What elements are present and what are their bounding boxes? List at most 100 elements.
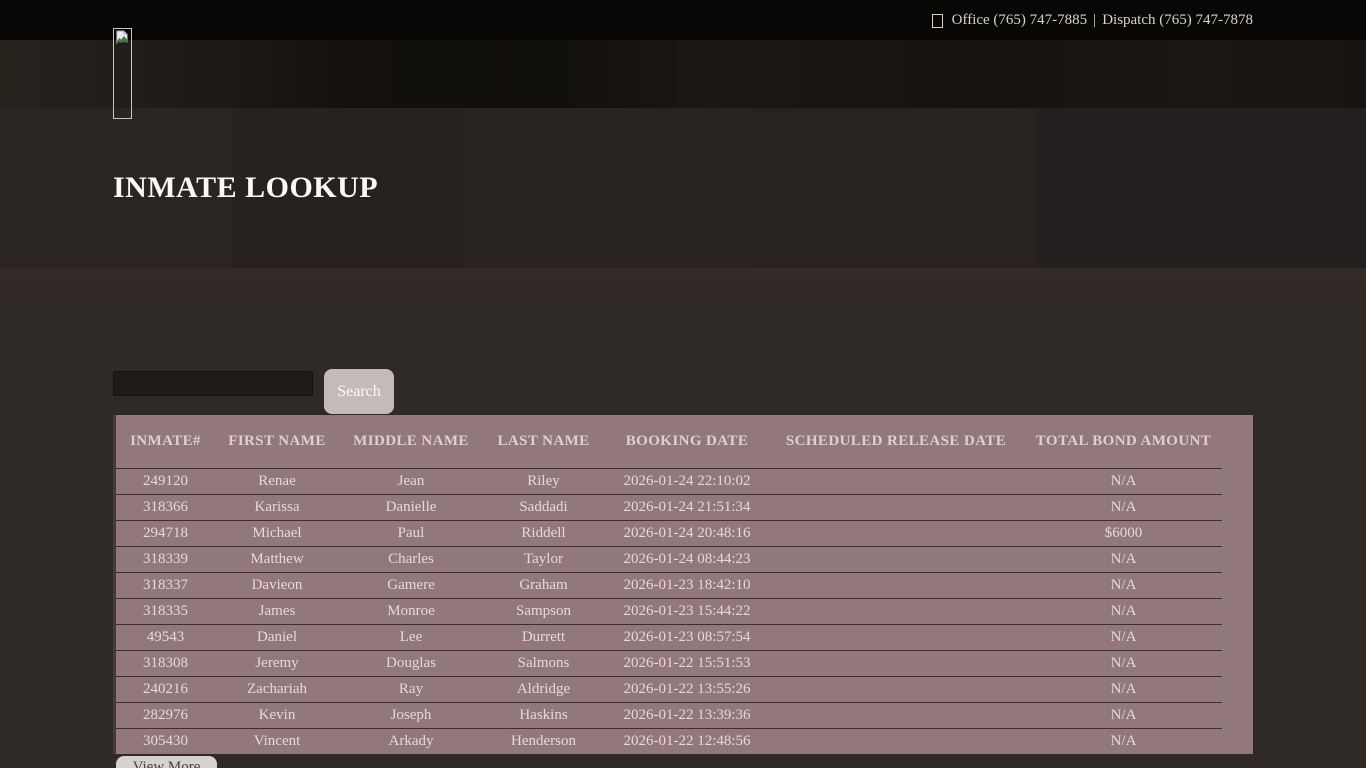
booking-cell: 2026-01-24 21:51:34 [604, 499, 770, 516]
booking-cell: 2026-01-23 18:42:10 [604, 577, 770, 594]
bond-cell: N/A [1022, 603, 1225, 620]
last-cell: Aldridge [483, 681, 604, 698]
booking-cell: 2026-01-22 12:48:56 [604, 733, 770, 750]
last-cell: Riddell [483, 525, 604, 542]
first-cell: Zachariah [215, 681, 339, 698]
inmate-cell: 318339 [116, 551, 215, 568]
booking-cell: 2026-01-24 22:10:02 [604, 473, 770, 490]
last-cell: Salmons [483, 655, 604, 672]
bond-cell: $6000 [1022, 525, 1225, 542]
table-row[interactable]: 318308JeremyDouglasSalmons2026-01-22 15:… [116, 650, 1222, 676]
table-row[interactable]: 318366KarissaDanielleSaddadi2026-01-24 2… [116, 494, 1222, 520]
last-cell: Henderson [483, 733, 604, 750]
search-input[interactable] [113, 371, 313, 396]
last-cell: Sampson [483, 603, 604, 620]
topbar: Office (765) 747-7885 | Dispatch (765) 7… [0, 0, 1366, 40]
booking-cell: 2026-01-22 13:55:26 [604, 681, 770, 698]
bond-cell: N/A [1022, 577, 1225, 594]
header-cell-inmate: INMATE# [116, 433, 215, 450]
inmate-cell: 305430 [116, 733, 215, 750]
view-more-button[interactable]: View More [116, 756, 217, 768]
table-row[interactable]: 318339MatthewCharlesTaylor2026-01-24 08:… [116, 546, 1222, 572]
last-cell: Haskins [483, 707, 604, 724]
broken-image-icon [115, 30, 129, 44]
header-cell-booking: BOOKING DATE [604, 433, 770, 450]
booking-cell: 2026-01-22 15:51:53 [604, 655, 770, 672]
bond-cell: N/A [1022, 681, 1225, 698]
middle-cell: Jean [339, 473, 483, 490]
search-button[interactable]: Search [324, 369, 394, 414]
middle-cell: Joseph [339, 707, 483, 724]
inmate-cell: 318335 [116, 603, 215, 620]
inmate-lookup-page: Office (765) 747-7885 | Dispatch (765) 7… [0, 0, 1366, 768]
inmate-cell: 282976 [116, 707, 215, 724]
table-header-row: INMATE#FIRST NAMEMIDDLE NAMELAST NAMEBOO… [116, 415, 1222, 468]
first-cell: Daniel [215, 629, 339, 646]
page-title: INMATE LOOKUP [113, 171, 378, 205]
inmate-cell: 294718 [116, 525, 215, 542]
inmate-cell: 249120 [116, 473, 215, 490]
dispatch-phone: Dispatch (765) 747-7878 [1102, 12, 1253, 29]
first-cell: Vincent [215, 733, 339, 750]
first-cell: Kevin [215, 707, 339, 724]
table-row[interactable]: 282976KevinJosephHaskins2026-01-22 13:39… [116, 702, 1222, 728]
first-cell: Davieon [215, 577, 339, 594]
inmate-cell: 318308 [116, 655, 215, 672]
table-body: 249120RenaeJeanRiley2026-01-24 22:10:02 N… [116, 468, 1253, 754]
bond-cell: N/A [1022, 655, 1225, 672]
header-cell-middle: MIDDLE NAME [339, 433, 483, 450]
first-cell: Michael [215, 525, 339, 542]
middle-cell: Danielle [339, 499, 483, 516]
header-cell-release: SCHEDULED RELEASE DATE [770, 433, 1022, 450]
table-row[interactable]: 49543DanielLeeDurrett2026-01-23 08:57:54… [116, 624, 1222, 650]
table-row[interactable]: 305430VincentArkadyHenderson2026-01-22 1… [116, 728, 1222, 754]
middle-cell: Ray [339, 681, 483, 698]
middle-cell: Arkady [339, 733, 483, 750]
middle-cell: Gamere [339, 577, 483, 594]
middle-cell: Monroe [339, 603, 483, 620]
middle-cell: Douglas [339, 655, 483, 672]
last-cell: Saddadi [483, 499, 604, 516]
background-hero-band [0, 40, 1366, 108]
booking-cell: 2026-01-23 08:57:54 [604, 629, 770, 646]
bond-cell: N/A [1022, 733, 1225, 750]
middle-cell: Charles [339, 551, 483, 568]
booking-cell: 2026-01-22 13:39:36 [604, 707, 770, 724]
last-cell: Durrett [483, 629, 604, 646]
middle-cell: Lee [339, 629, 483, 646]
inmate-cell: 240216 [116, 681, 215, 698]
booking-cell: 2026-01-24 08:44:23 [604, 551, 770, 568]
table-row[interactable]: 249120RenaeJeanRiley2026-01-24 22:10:02 N… [116, 468, 1222, 494]
table-row[interactable]: 318337DavieonGamereGraham2026-01-23 18:4… [116, 572, 1222, 598]
header-cell-first: FIRST NAME [215, 433, 339, 450]
last-cell: Riley [483, 473, 604, 490]
bond-cell: N/A [1022, 707, 1225, 724]
bond-cell: N/A [1022, 499, 1225, 516]
bond-cell: N/A [1022, 473, 1225, 490]
office-phone: Office (765) 747-7885 [952, 12, 1088, 29]
last-cell: Taylor [483, 551, 604, 568]
table-row[interactable]: 294718MichaelPaulRiddell2026-01-24 20:48… [116, 520, 1222, 546]
inmate-cell: 318337 [116, 577, 215, 594]
first-cell: Jeremy [215, 655, 339, 672]
middle-cell: Paul [339, 525, 483, 542]
table-row[interactable]: 240216ZachariahRayAldridge2026-01-22 13:… [116, 676, 1222, 702]
inmate-table: INMATE#FIRST NAMEMIDDLE NAMELAST NAMEBOO… [113, 415, 1253, 754]
first-cell: James [215, 603, 339, 620]
last-cell: Graham [483, 577, 604, 594]
booking-cell: 2026-01-24 20:48:16 [604, 525, 770, 542]
phone-separator: | [1093, 12, 1096, 29]
bond-cell: N/A [1022, 551, 1225, 568]
table-row[interactable]: 318335JamesMonroeSampson2026-01-23 15:44… [116, 598, 1222, 624]
inmate-cell: 318366 [116, 499, 215, 516]
first-cell: Karissa [215, 499, 339, 516]
header-cell-last: LAST NAME [483, 433, 604, 450]
first-cell: Matthew [215, 551, 339, 568]
phone-icon [932, 14, 943, 28]
inmate-cell: 49543 [116, 629, 215, 646]
first-cell: Renae [215, 473, 339, 490]
site-logo-broken-image[interactable] [113, 28, 132, 119]
header-cell-bond: TOTAL BOND AMOUNT [1022, 433, 1225, 450]
booking-cell: 2026-01-23 15:44:22 [604, 603, 770, 620]
bond-cell: N/A [1022, 629, 1225, 646]
